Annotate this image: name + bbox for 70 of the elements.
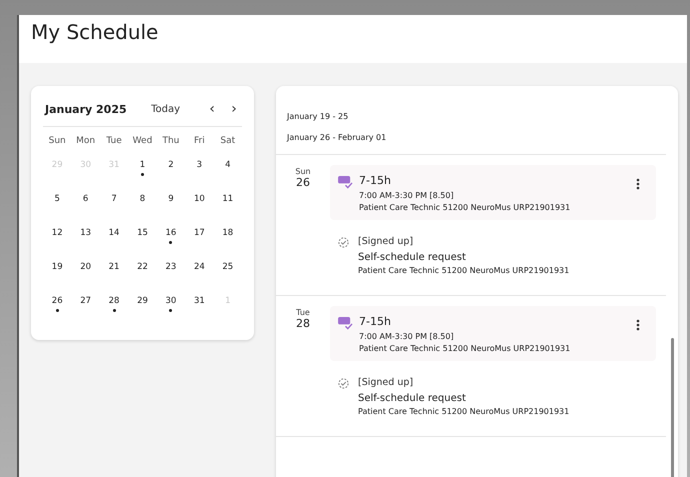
calendar-day[interactable]: 9 — [168, 194, 174, 204]
weekday-label: Sun — [295, 167, 311, 176]
dashed-check-circle-icon — [338, 237, 349, 248]
calendar-day[interactable]: 8 — [140, 194, 146, 204]
request-status: [Signed up] — [358, 377, 414, 388]
calendar-day[interactable]: 28 — [108, 296, 120, 306]
calendar-day[interactable]: 21 — [108, 262, 120, 272]
calendar-day[interactable]: 20 — [80, 262, 92, 272]
calendar-day[interactable]: 31 — [194, 296, 205, 306]
weekday-label: Sun — [48, 136, 67, 148]
calendar-day[interactable]: 22 — [137, 262, 148, 272]
calendar-day[interactable]: 19 — [52, 262, 63, 272]
request-position: Patient Care Technic 51200 NeuroMus URP21901931 — [358, 407, 570, 416]
shift-title: 7-15h — [359, 315, 392, 328]
calendar-check-icon — [338, 176, 353, 189]
shift-position: Patient Care Technic 51200 NeuroMus URP21901931 — [359, 203, 572, 212]
calendar-day[interactable]: 26 — [52, 296, 63, 306]
date-number: 28 — [296, 317, 310, 330]
calendar-day[interactable]: 6 — [82, 194, 88, 204]
scrollbar[interactable] — [671, 338, 674, 477]
calendar-day[interactable]: 4 — [225, 160, 230, 170]
calendar-day[interactable]: 11 — [222, 194, 234, 204]
weekday-label: Thu — [161, 136, 180, 148]
calendar-day[interactable]: 12 — [52, 228, 63, 238]
weekday-label: Wed — [132, 136, 154, 148]
calendar-day[interactable]: 3 — [196, 160, 202, 170]
calendar-check-icon — [338, 317, 353, 330]
request-title: Self-schedule request — [358, 393, 467, 404]
week-range-header[interactable]: January 26 - February 01 — [287, 133, 666, 154]
shift-card[interactable]: 7-15h 7:00 AM-3:30 PM [8.50] Patient Care Technic 51200 NeuroMus URP21901931 — [330, 165, 656, 220]
weekday-label: Tue — [105, 136, 123, 148]
date-number: 26 — [296, 176, 310, 189]
shift-time: 7:00 AM-3:30 PM [8.50] — [359, 332, 455, 341]
calendar-day[interactable]: 29 — [137, 296, 148, 306]
calendar-day[interactable]: 1 — [140, 160, 146, 170]
calendar-day[interactable]: 25 — [222, 262, 234, 272]
request-title: Self-schedule request — [358, 252, 467, 263]
calendar-day[interactable]: 2 — [168, 160, 174, 170]
calendar-day[interactable]: 13 — [80, 228, 92, 238]
next-month-button[interactable]: › — [228, 102, 240, 116]
previous-month-button[interactable]: ‹ — [206, 102, 218, 116]
shift-title: 7-15h — [359, 174, 392, 187]
weekday-label: Sat — [219, 136, 236, 148]
calendar-day[interactable]: 15 — [137, 228, 148, 238]
calendar-day[interactable]: 17 — [194, 228, 205, 238]
calendar-day[interactable]: 14 — [108, 228, 120, 238]
calendar-day[interactable]: 10 — [194, 194, 205, 204]
request-status: [Signed up] — [358, 236, 414, 247]
calendar-day[interactable]: 16 — [166, 228, 176, 238]
week-range-header[interactable]: January 19 - 25 — [287, 112, 666, 133]
page-title: My Schedule — [31, 20, 158, 44]
calendar-day[interactable]: 30 — [166, 296, 176, 306]
weekday-label: Mon — [75, 136, 96, 148]
weekday-label: Tue — [296, 308, 310, 317]
dashed-check-circle-icon — [338, 378, 349, 389]
month-title: January 2025 — [45, 102, 128, 116]
calendar-day[interactable]: 5 — [54, 194, 60, 204]
shift-card[interactable]: 7-15h 7:00 AM-3:30 PM [8.50] Patient Care Technic 51200 NeuroMus URP21901931 — [330, 306, 656, 361]
shift-position: Patient Care Technic 51200 NeuroMus URP21901931 — [359, 344, 572, 353]
more-options-icon[interactable] — [636, 178, 640, 190]
request-position: Patient Care Technic 51200 NeuroMus URP21901931 — [358, 266, 570, 275]
calendar-day[interactable]: 24 — [194, 262, 205, 272]
calendar-day[interactable]: 23 — [166, 262, 176, 272]
weekday-label: Fri — [192, 136, 206, 148]
calendar-day[interactable]: 27 — [80, 296, 92, 306]
today-button[interactable]: Today — [151, 104, 180, 114]
more-options-icon[interactable] — [636, 319, 640, 331]
calendar-day[interactable]: 7 — [111, 194, 117, 204]
calendar-day[interactable]: 18 — [222, 228, 234, 238]
shift-time: 7:00 AM-3:30 PM [8.50] — [359, 191, 455, 200]
